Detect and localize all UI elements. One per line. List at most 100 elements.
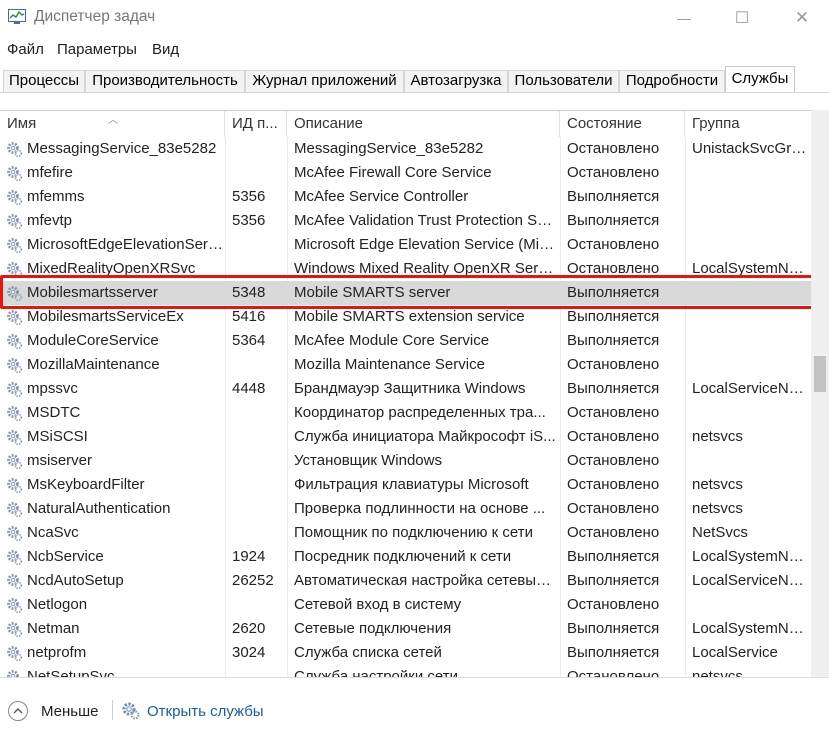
table-row[interactable]: ModuleCoreService 5364 McAfee Module Core …: [0, 329, 811, 353]
service-name: Netman: [27, 620, 80, 637]
table-row[interactable]: MozillaMaintenance Mozilla Maintenance Se…: [0, 353, 811, 377]
service-status: Остановлено: [567, 140, 660, 157]
service-gear-icon: [6, 213, 23, 230]
service-description: Помощник по подключению к сети: [294, 524, 533, 541]
table-row[interactable]: msiserver Установщик Windows Остановлено: [0, 449, 811, 473]
table-row[interactable]: Netlogon Сетевой вход в систему Остановлен…: [0, 593, 811, 617]
service-pid: [232, 449, 284, 473]
table-row[interactable]: MSiSCSI Служба инициатора Майкрософт iS..…: [0, 425, 811, 449]
service-group: netsvcs: [692, 476, 743, 493]
service-pid: 5356: [232, 212, 266, 229]
service-group: NetSvcs: [692, 524, 748, 541]
column-header-status[interactable]: Состояние: [560, 111, 685, 137]
service-status: Выполняется: [567, 380, 660, 397]
service-gear-icon: [6, 309, 23, 326]
service-pid: 1924: [232, 548, 266, 565]
tab-details[interactable]: Подробности: [619, 70, 725, 92]
service-group: LocalServiceNo...: [692, 380, 808, 397]
table-row[interactable]: mfemms 5356 McAfee Service Controller Выпол…: [0, 185, 811, 209]
service-name: MicrosoftEdgeElevationServ...: [27, 236, 223, 253]
service-group: LocalService: [692, 644, 778, 661]
table-row[interactable]: NcbService 1924 Посредник подключений к се…: [0, 545, 811, 569]
service-status: Остановлено: [567, 236, 660, 253]
footer-divider: [0, 677, 829, 678]
open-services-link[interactable]: Открыть службы: [121, 700, 264, 722]
service-status: Остановлено: [567, 452, 660, 469]
fewer-details-button[interactable]: Меньше: [8, 700, 98, 722]
vertical-scrollbar[interactable]: [811, 110, 829, 677]
column-header-group[interactable]: Группа: [685, 111, 811, 137]
service-gear-icon: [6, 333, 23, 350]
service-gear-icon: [6, 573, 23, 590]
fewer-details-label: Меньше: [41, 702, 99, 720]
service-gear-icon: [6, 381, 23, 398]
service-group: LocalServiceNo...: [692, 572, 808, 589]
table-row[interactable]: mfevtp 5356 McAfee Validation Trust Protec…: [0, 209, 811, 233]
tab-processes[interactable]: Процессы: [3, 70, 85, 92]
table-row[interactable]: NcaSvc Помощник по подключению к сети Оста…: [0, 521, 811, 545]
service-description: Координатор распределенных тра...: [294, 404, 546, 421]
column-header-name[interactable]: Имя ︿: [0, 111, 225, 137]
service-status: Остановлено: [567, 596, 660, 613]
service-group: [692, 449, 808, 473]
service-pid: [232, 593, 284, 617]
maximize-button[interactable]: ☐: [719, 0, 765, 36]
table-row[interactable]: NaturalAuthentication Проверка подлинност…: [0, 497, 811, 521]
service-gear-icon: [6, 189, 23, 206]
column-header-description[interactable]: Описание: [287, 111, 560, 137]
service-group: [692, 209, 808, 233]
service-gear-icon: [6, 501, 23, 518]
tab-performance[interactable]: Производительность: [85, 70, 245, 92]
service-pid: 26252: [232, 572, 274, 589]
service-group: UnistackSvcGro...: [692, 140, 808, 157]
service-status: Остановлено: [567, 404, 660, 421]
table-row[interactable]: Netman 2620 Сетевые подключения Выполняется…: [0, 617, 811, 641]
tab-services[interactable]: Службы: [725, 66, 795, 93]
service-gear-icon: [6, 645, 23, 662]
close-button[interactable]: ✕: [779, 0, 825, 36]
service-pid: [232, 137, 284, 161]
service-pid: [232, 497, 284, 521]
service-status: Остановлено: [567, 524, 660, 541]
service-status: Выполняется: [567, 572, 660, 589]
table-row[interactable]: MsKeyboardFilter Фильтрация клавиатуры Mi…: [0, 473, 811, 497]
table-row[interactable]: MicrosoftEdgeElevationServ... Microsoft E…: [0, 233, 811, 257]
tab-app-history[interactable]: Журнал приложений: [245, 70, 404, 92]
minimize-button[interactable]: —: [661, 0, 707, 36]
service-gear-icon: [6, 165, 23, 182]
table-row[interactable]: MessagingService_83e5282 MessagingService…: [0, 137, 811, 161]
service-description: McAfee Module Core Service: [294, 332, 490, 349]
service-description: MessagingService_83e5282: [294, 140, 484, 157]
menu-file[interactable]: Файл: [7, 41, 44, 58]
service-pid: 2620: [232, 620, 266, 637]
table-row[interactable]: netprofm 3024 Служба списка сетей Выполняет…: [0, 641, 811, 665]
service-pid: 4448: [232, 380, 266, 397]
menu-options[interactable]: Параметры: [57, 41, 137, 58]
tab-startup[interactable]: Автозагрузка: [404, 70, 508, 92]
table-row[interactable]: mpssvc 4448 Брандмауэр Защитника Windows Вы…: [0, 377, 811, 401]
service-status: Выполняется: [567, 212, 660, 229]
service-description: McAfee Service Controller: [294, 188, 469, 205]
service-name: msiserver: [27, 452, 93, 469]
service-status: Выполняется: [567, 188, 660, 205]
service-status: Остановлено: [567, 500, 660, 517]
service-name: NcdAutoSetup: [27, 572, 124, 589]
column-header-pid[interactable]: ИД п...: [225, 111, 287, 137]
minimize-icon: —: [677, 10, 691, 26]
service-status: Остановлено: [567, 164, 660, 181]
service-description: Mozilla Maintenance Service: [294, 356, 485, 373]
table-row[interactable]: MSDTC Координатор распределенных тра... Ос…: [0, 401, 811, 425]
tab-users[interactable]: Пользователи: [508, 70, 619, 92]
table-row[interactable]: mfefire McAfee Firewall Core Service Остан…: [0, 161, 811, 185]
service-gear-icon: [6, 141, 23, 158]
table-row[interactable]: NcdAutoSetup 26252 Автоматическая настройк…: [0, 569, 811, 593]
menu-view[interactable]: Вид: [152, 41, 179, 58]
service-gear-icon: [6, 405, 23, 422]
open-services-label: Открыть службы: [147, 702, 264, 720]
service-gear-icon: [6, 549, 23, 566]
service-gear-icon: [6, 477, 23, 494]
scrollbar-thumb[interactable]: [814, 356, 826, 392]
service-group: [692, 161, 808, 185]
service-pid: [232, 161, 284, 185]
service-group: [692, 233, 808, 257]
